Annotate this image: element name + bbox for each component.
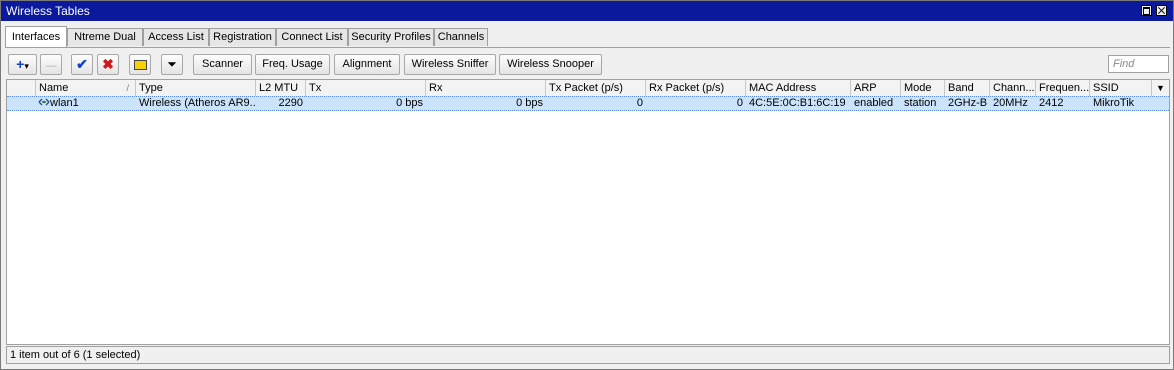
filter-button[interactable]: ⏷ — [161, 54, 183, 75]
scanner-button[interactable]: Scanner — [193, 54, 252, 75]
chevron-down-icon: ▾ — [24, 61, 29, 71]
cell-frequency: 2412 — [1039, 97, 1064, 109]
freq-usage-button[interactable]: Freq. Usage — [255, 54, 330, 75]
column-header-rx-packet[interactable]: Rx Packet (p/s) — [646, 80, 746, 96]
close-button[interactable] — [1156, 5, 1167, 16]
tab-access-list[interactable]: Access List — [143, 28, 209, 46]
table-header: Name / Type L2 MTU Tx Rx Tx Packet (p/s) … — [7, 80, 1169, 97]
tab-registration[interactable]: Registration — [209, 28, 276, 46]
minus-icon: — — [45, 60, 57, 72]
title-bar[interactable]: Wireless Tables — [1, 1, 1173, 21]
cell-band: 2GHz-B — [948, 97, 988, 109]
find-input[interactable] — [1108, 55, 1169, 73]
column-header-band[interactable]: Band — [945, 80, 990, 96]
comment-icon — [133, 60, 147, 70]
filter-icon: ⏷ — [167, 57, 177, 71]
cell-tx: 0 bps — [396, 97, 423, 109]
column-header-l2mtu[interactable]: L2 MTU — [256, 80, 306, 96]
cell-arp: enabled — [854, 97, 894, 109]
cell-name: wlan1 — [36, 97, 136, 110]
interfaces-table: Name / Type L2 MTU Tx Rx Tx Packet (p/s) … — [6, 79, 1170, 345]
column-header-tx-packet[interactable]: Tx Packet (p/s) — [546, 80, 646, 96]
tab-interfaces[interactable]: Interfaces — [5, 26, 67, 47]
cell-l2mtu: 2290 — [278, 97, 303, 109]
column-header-arp[interactable]: ARP — [851, 80, 901, 96]
cell-tx-packet: 0 — [636, 97, 643, 109]
disable-button[interactable]: ✖ — [97, 54, 119, 75]
maximize-button[interactable] — [1141, 5, 1152, 16]
column-header-rx[interactable]: Rx — [426, 80, 546, 96]
column-menu-button[interactable]: ▼ — [1151, 80, 1169, 96]
column-header-channel-width[interactable]: Chann... — [990, 80, 1036, 96]
tab-security-profiles[interactable]: Security Profiles — [348, 28, 434, 46]
window-title: Wireless Tables — [6, 4, 90, 18]
column-header-frequency[interactable]: Frequen... — [1036, 80, 1090, 96]
checkmark-icon: ✔ — [76, 56, 88, 72]
header-spacer — [7, 80, 36, 96]
cell-mac-address: 4C:5E:0C:B1:6C:19 — [749, 97, 846, 109]
cell-type: Wireless (Atheros AR9... — [139, 97, 256, 109]
tab-channels[interactable]: Channels — [434, 28, 488, 46]
cell-rx: 0 bps — [516, 97, 543, 109]
sort-icon: / — [126, 83, 129, 93]
column-header-tx[interactable]: Tx — [306, 80, 426, 96]
status-text: 1 item out of 6 (1 selected) — [10, 349, 141, 361]
tab-connect-list[interactable]: Connect List — [276, 28, 348, 46]
cell-channel-width: 20MHz — [993, 97, 1028, 109]
status-bar: 1 item out of 6 (1 selected) — [6, 346, 1170, 364]
triangle-down-icon: ▼ — [1156, 83, 1165, 93]
alignment-button[interactable]: Alignment — [334, 54, 400, 75]
tab-ntreme-dual[interactable]: Ntreme Dual — [67, 28, 143, 46]
toolbar: +▾ — ✔ ✖ ⏷ Scanner Freq. Usage Alignment… — [5, 47, 1170, 78]
cell-mode: station — [904, 97, 937, 109]
enable-button[interactable]: ✔ — [71, 54, 93, 75]
column-header-mode[interactable]: Mode — [901, 80, 945, 96]
column-header-ssid[interactable]: SSID — [1090, 80, 1150, 96]
comment-button[interactable] — [129, 54, 151, 75]
remove-button[interactable]: — — [40, 54, 62, 75]
table-row[interactable]: wlan1 Wireless (Atheros AR9... 2290 0 bp… — [7, 96, 1169, 111]
cell-ssid: MikroTik — [1093, 97, 1135, 109]
cell-rx-packet: 0 — [736, 97, 743, 109]
wireless-tables-window: Wireless Tables Interfaces Ntreme Dual A… — [0, 0, 1174, 370]
column-header-name[interactable]: Name / — [36, 80, 136, 96]
wireless-sniffer-button[interactable]: Wireless Sniffer — [404, 54, 496, 75]
wireless-snooper-button[interactable]: Wireless Snooper — [499, 54, 602, 75]
cross-icon: ✖ — [102, 56, 114, 72]
column-header-type[interactable]: Type — [136, 80, 256, 96]
interface-name: wlan1 — [50, 97, 79, 109]
column-header-mac-address[interactable]: MAC Address — [746, 80, 851, 96]
add-button[interactable]: +▾ — [8, 54, 37, 75]
wireless-interface-icon — [38, 97, 50, 106]
